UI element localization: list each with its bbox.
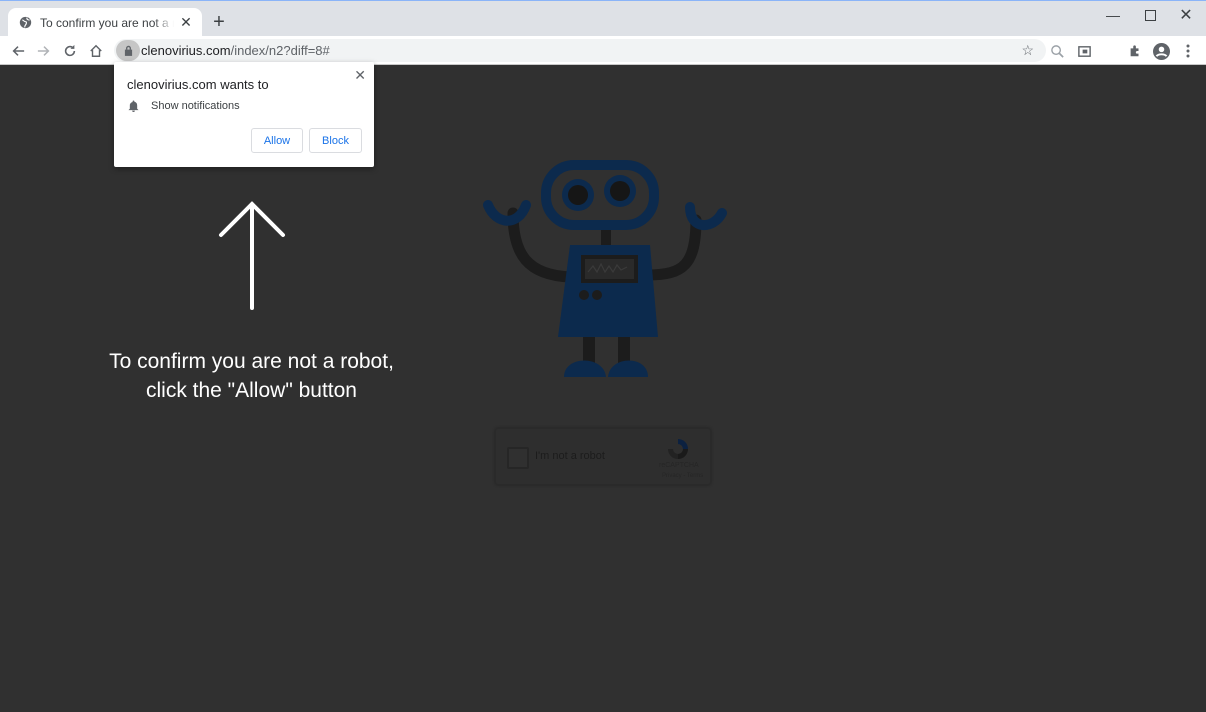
back-button[interactable] bbox=[7, 40, 29, 62]
maximize-icon bbox=[1144, 9, 1156, 21]
tab-title: To confirm you are not a robot, click th… bbox=[40, 15, 174, 30]
recaptcha-logo-icon bbox=[668, 439, 688, 459]
prompt-title: clenovirius.com wants to bbox=[127, 77, 269, 92]
instruction-line-2: click the "Allow" button bbox=[145, 379, 357, 402]
bell-icon bbox=[128, 100, 139, 112]
site-info-button[interactable] bbox=[116, 40, 140, 61]
reading-mode-button[interactable] bbox=[1073, 40, 1095, 62]
address-bar[interactable]: clenovirius.com/index/n2?diff=8# ☆ bbox=[114, 39, 1046, 62]
captcha-checkbox[interactable] bbox=[507, 447, 529, 469]
robot-right-claw bbox=[685, 202, 727, 231]
forward-button[interactable] bbox=[33, 40, 55, 62]
recaptcha-widget: I'm not a robot reCAPTCHA Privacy - Term… bbox=[495, 428, 711, 485]
robot-illustration bbox=[483, 160, 727, 377]
extensions-icon bbox=[1130, 45, 1139, 57]
globe-icon bbox=[18, 16, 32, 30]
new-tab-button[interactable]: + bbox=[210, 11, 228, 33]
menu-button[interactable] bbox=[1177, 40, 1199, 62]
allow-button[interactable]: Allow bbox=[251, 128, 303, 153]
browser-toolbar: clenovirius.com/index/n2?diff=8# ☆ bbox=[0, 36, 1206, 65]
notification-permission-prompt: clenovirius.com wants to ✕ Show notifica… bbox=[114, 62, 374, 167]
title-bar: To confirm you are not a robot, click th… bbox=[0, 0, 1206, 37]
recaptcha-brand: reCAPTCHA bbox=[659, 462, 699, 469]
forward-icon bbox=[37, 46, 50, 56]
reload-icon bbox=[64, 44, 76, 57]
up-arrow-icon bbox=[219, 201, 285, 310]
instruction-line-1: To confirm you are not a robot, bbox=[109, 350, 394, 373]
minimize-icon: — bbox=[1106, 7, 1120, 23]
menu-icon bbox=[1186, 44, 1190, 58]
browser-tab[interactable]: To confirm you are not a robot, click th… bbox=[8, 8, 202, 37]
window-close-button[interactable]: ✕ bbox=[1168, 1, 1204, 29]
home-button[interactable] bbox=[85, 40, 107, 62]
extensions-button[interactable] bbox=[1124, 40, 1146, 62]
url-text[interactable]: clenovirius.com/index/n2?diff=8# bbox=[141, 43, 330, 58]
robot-right-arm bbox=[642, 214, 702, 281]
robot-left-claw bbox=[483, 200, 531, 226]
permission-label: Show notifications bbox=[151, 100, 240, 112]
prompt-close-icon[interactable]: ✕ bbox=[354, 67, 366, 84]
back-icon bbox=[12, 46, 25, 56]
minimize-button[interactable]: — bbox=[1095, 1, 1131, 29]
zoom-button[interactable] bbox=[1046, 40, 1068, 62]
instruction-text: To confirm you are not a robot, click th… bbox=[100, 347, 403, 405]
zoom-icon bbox=[1050, 44, 1064, 58]
profile-icon bbox=[1152, 42, 1170, 60]
reload-button[interactable] bbox=[59, 40, 81, 62]
home-icon bbox=[90, 44, 102, 57]
lock-icon bbox=[124, 45, 132, 56]
permission-row: Show notifications bbox=[128, 100, 240, 112]
url-host: clenovirius.com bbox=[141, 43, 231, 58]
captcha-label: I'm not a robot bbox=[535, 450, 605, 462]
tab-close-icon[interactable]: ✕ bbox=[178, 14, 194, 31]
bookmark-star-icon[interactable]: ☆ bbox=[1021, 42, 1034, 59]
plus-icon: + bbox=[213, 11, 225, 33]
close-icon: ✕ bbox=[1179, 7, 1193, 24]
profile-button[interactable] bbox=[1150, 40, 1172, 62]
block-button[interactable]: Block bbox=[309, 128, 362, 153]
reading-mode-icon bbox=[1077, 45, 1091, 57]
recaptcha-links[interactable]: Privacy - Terms bbox=[662, 473, 703, 479]
url-path: /index/n2?diff=8# bbox=[230, 43, 330, 58]
maximize-button[interactable] bbox=[1132, 1, 1168, 29]
